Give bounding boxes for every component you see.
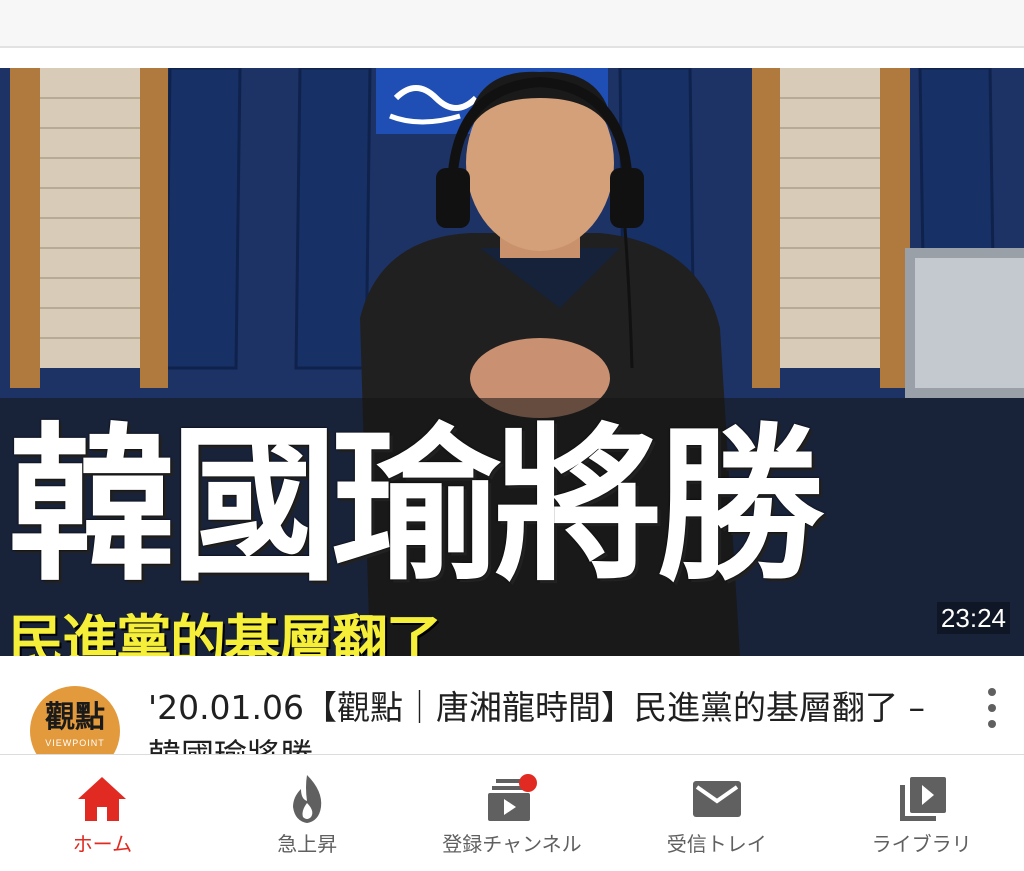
avatar-text: 觀點 xyxy=(45,700,105,735)
dot-icon xyxy=(988,720,996,728)
video-meta: 觀點 VIEWPOINT '20.01.06【觀點｜唐湘龍時間】民進黨的基層翻了… xyxy=(0,656,1024,756)
flame-icon xyxy=(277,771,337,827)
subscriptions-icon xyxy=(482,771,542,827)
dot-icon xyxy=(988,704,996,712)
nav-trending[interactable]: 急上昇 xyxy=(205,755,410,871)
nav-subscriptions[interactable]: 登録チャンネル xyxy=(410,755,615,871)
avatar-subtext: VIEWPOINT xyxy=(45,738,105,748)
nav-home[interactable]: ホーム xyxy=(0,755,205,871)
channel-avatar[interactable]: 觀點 VIEWPOINT xyxy=(30,686,120,756)
top-bar xyxy=(0,0,1024,48)
bottom-navigation: ホーム 急上昇 登録チャンネル 受信トレイ ライブラリ xyxy=(0,754,1024,871)
video-thumbnail[interactable]: 韓國瑜將勝 民進黨的基層翻了 23:24 xyxy=(0,68,1024,656)
nav-label-library: ライブラリ xyxy=(871,832,972,856)
dot-icon xyxy=(988,688,996,696)
more-options-button[interactable] xyxy=(982,686,1002,730)
nav-label-subscriptions: 登録チャンネル xyxy=(442,832,582,856)
nav-label-home: ホーム xyxy=(72,832,133,856)
video-title[interactable]: '20.01.06【觀點｜唐湘龍時間】民進黨的基層翻了 – 韓國瑜將勝 xyxy=(148,684,938,756)
thumbnail-headline: 韓國瑜將勝 xyxy=(8,408,824,604)
thumbnail-subheadline: 民進黨的基層翻了 xyxy=(8,610,442,656)
library-icon xyxy=(892,771,952,827)
home-icon xyxy=(72,771,132,827)
mail-icon xyxy=(687,771,747,827)
nav-label-inbox: 受信トレイ xyxy=(666,832,767,856)
nav-inbox[interactable]: 受信トレイ xyxy=(614,755,819,871)
video-duration: 23:24 xyxy=(936,602,1010,634)
nav-library[interactable]: ライブラリ xyxy=(819,755,1024,871)
nav-label-trending: 急上昇 xyxy=(277,832,338,856)
